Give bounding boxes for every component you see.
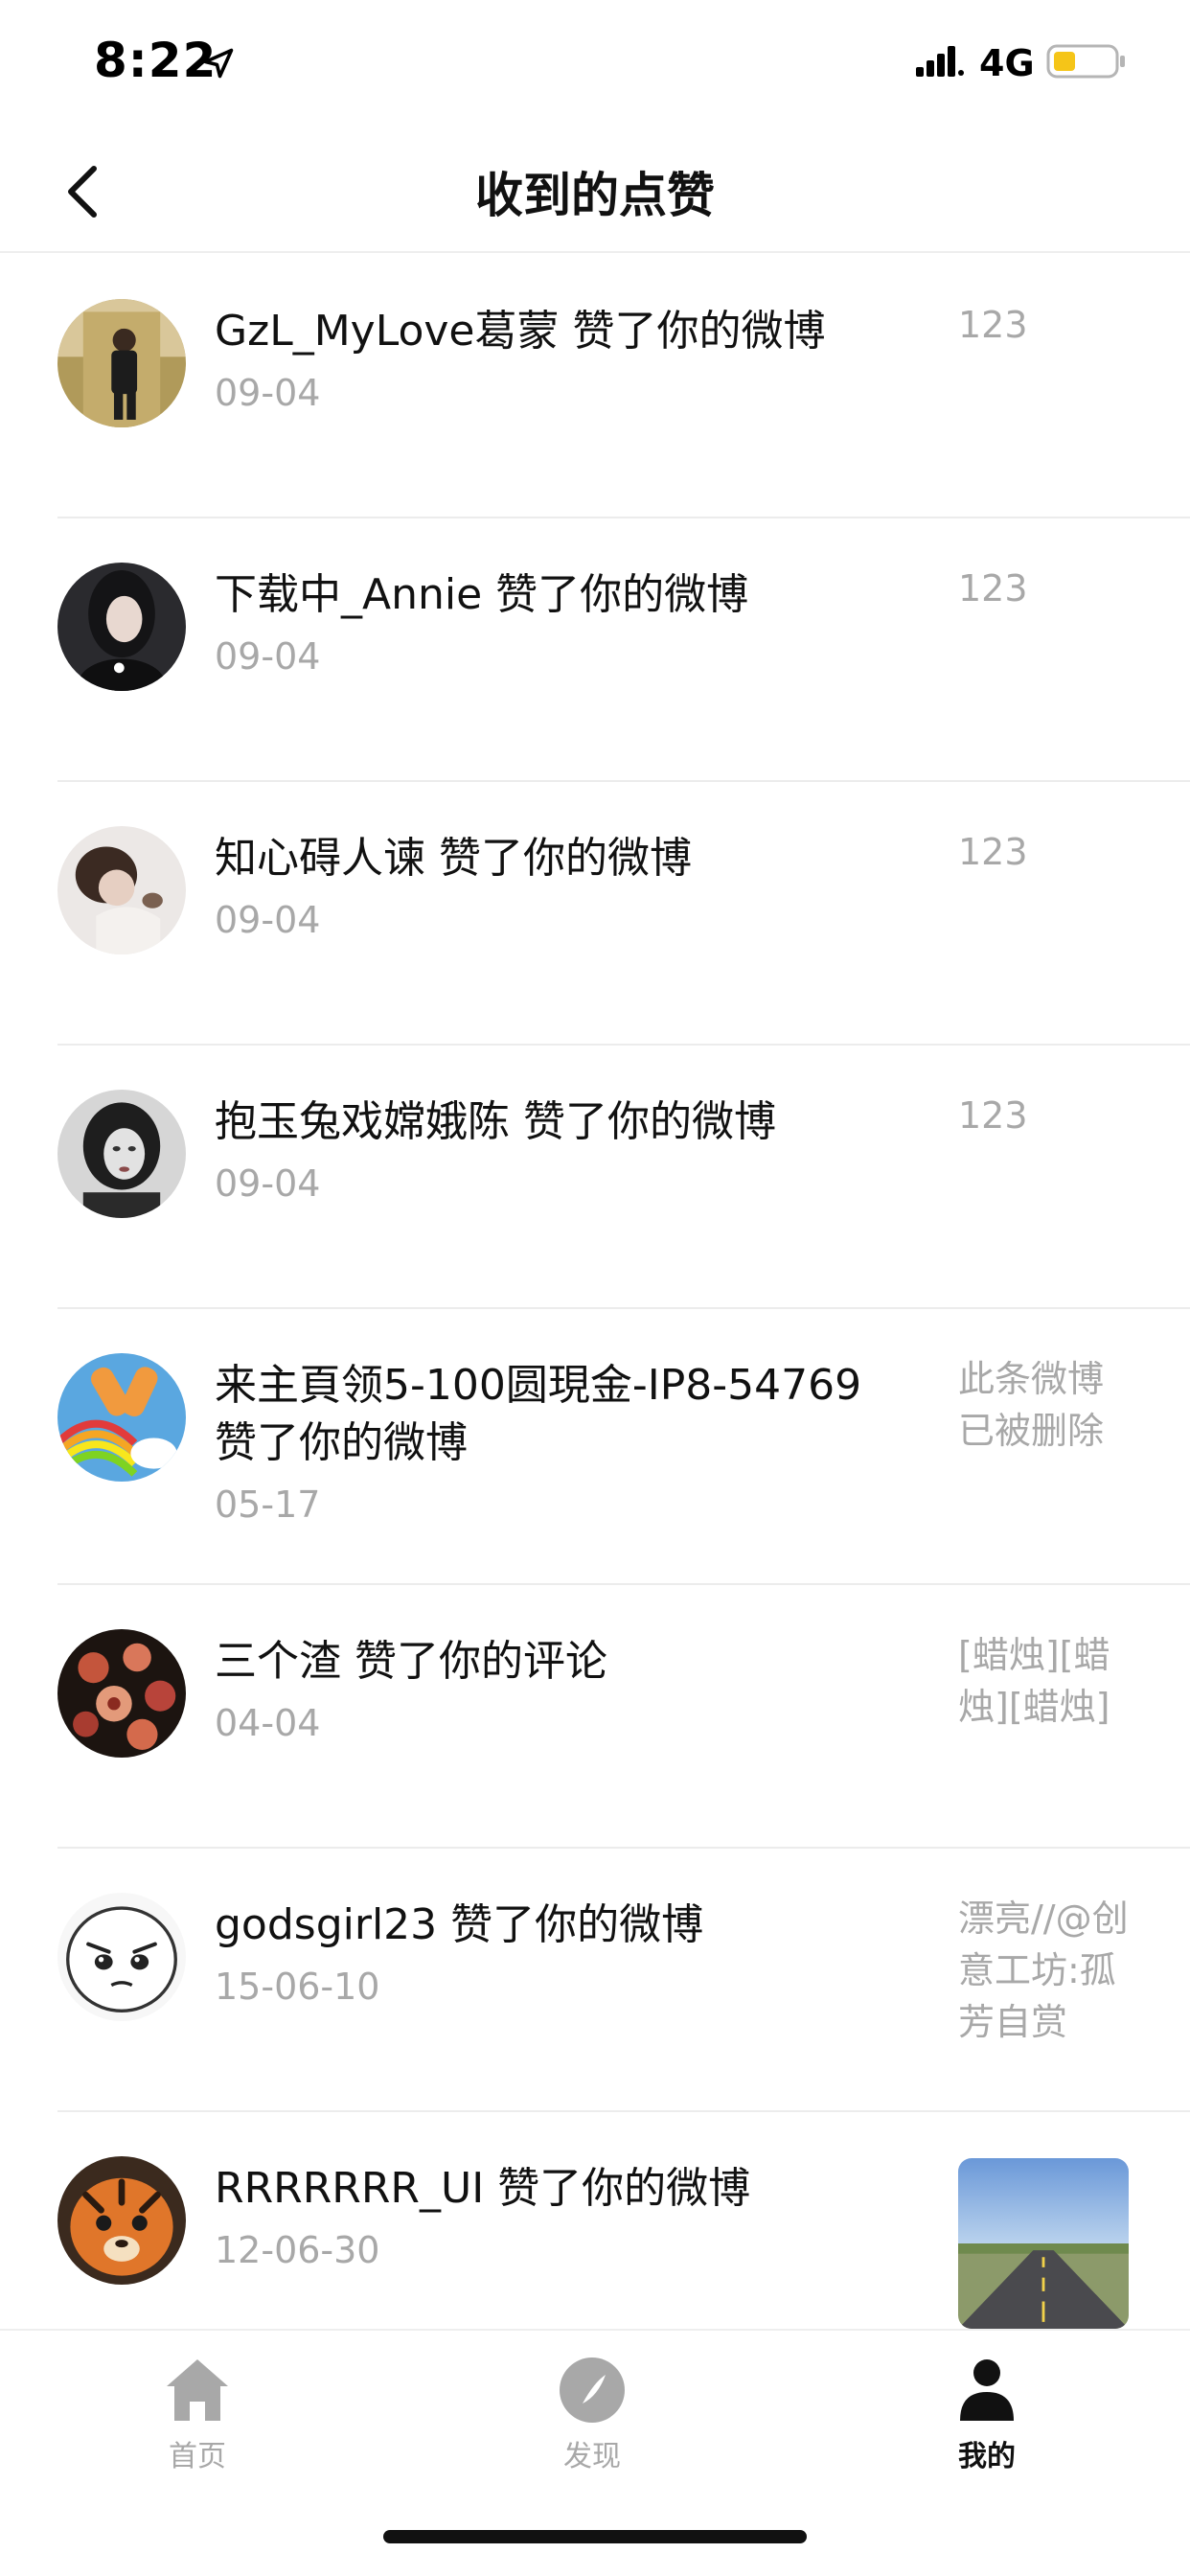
like-item[interactable]: godsgirl23 赞了你的微博 15-06-10 漂亮//@创意工坊:孤芳自… <box>0 1849 1190 2112</box>
item-headline: godsgirl23 赞了你的微博 <box>215 1897 904 1954</box>
referenced-post[interactable]: 漂亮//@创意工坊:孤芳自赏 <box>958 1893 1131 2048</box>
action-text: 赞了你的微博 <box>572 307 826 356</box>
status-bar: 8:22 4G <box>0 0 1190 126</box>
referenced-post[interactable]: 123 <box>958 299 1131 351</box>
item-date: 09-04 <box>215 1162 321 1205</box>
action-text: 赞了你的微博 <box>523 1097 776 1146</box>
user-name[interactable]: godsgirl23 <box>215 1900 437 1949</box>
like-item[interactable]: 抱玉兔戏嫦娥陈 赞了你的微博 09-04 123 <box>0 1046 1190 1309</box>
like-item[interactable]: 来主頁领5-100圆現金-IP8-54769 赞了你的微博 05-17 此条微博… <box>0 1309 1190 1585</box>
referenced-post[interactable]: 123 <box>958 1090 1131 1141</box>
tab-label: 发现 <box>563 2440 621 2473</box>
like-item[interactable]: GzL_MyLove葛蒙 赞了你的微博 09-04 123 <box>0 255 1190 518</box>
referenced-post[interactable]: 123 <box>958 563 1131 614</box>
network-label: 4G <box>979 42 1035 84</box>
item-date: 09-04 <box>215 635 321 678</box>
action-text: 赞了你的评论 <box>355 1637 607 1686</box>
item-date: 05-17 <box>215 1484 321 1526</box>
tab-label: 首页 <box>169 2440 226 2473</box>
signal-icon <box>916 46 964 77</box>
avatar[interactable] <box>57 1893 186 2021</box>
avatar[interactable] <box>57 826 186 954</box>
action-text: 赞了你的微博 <box>439 834 692 883</box>
profile-icon <box>960 2359 1014 2421</box>
item-date: 12-06-30 <box>215 2229 380 2271</box>
item-headline: 下载中_Annie 赞了你的微博 <box>215 566 904 624</box>
item-headline: 来主頁领5-100圆現金-IP8-54769 赞了你的微博 <box>215 1357 904 1472</box>
status-time: 8:22 <box>94 33 217 88</box>
tab-discover[interactable]: 发现 <box>496 2354 688 2474</box>
user-name[interactable]: 知心碍人谏 <box>215 834 425 883</box>
item-main: GzL_MyLove葛蒙 赞了你的微博 09-04 <box>215 303 904 418</box>
avatar[interactable] <box>57 2156 186 2285</box>
item-date: 15-06-10 <box>215 1966 380 2008</box>
item-main: godsgirl23 赞了你的微博 15-06-10 <box>215 1897 904 2012</box>
item-date: 09-04 <box>215 372 321 414</box>
user-name[interactable]: GzL_MyLove葛蒙 <box>215 307 559 356</box>
nav-bar: 收到的点赞 <box>0 126 1190 253</box>
referenced-post[interactable]: 此条微博已被删除 <box>958 1353 1131 1457</box>
item-main: RRRRRRR_UI 赞了你的微博 12-06-30 <box>215 2160 904 2275</box>
item-main: 三个渣 赞了你的评论 04-04 <box>215 1633 904 1748</box>
location-arrow-icon <box>203 48 234 79</box>
item-headline: GzL_MyLove葛蒙 赞了你的微博 <box>215 303 904 360</box>
item-headline: 三个渣 赞了你的评论 <box>215 1633 904 1690</box>
home-indicator[interactable] <box>383 2530 807 2543</box>
avatar[interactable] <box>57 1629 186 1758</box>
user-name[interactable]: 抱玉兔戏嫦娥陈 <box>215 1097 510 1146</box>
battery-icon <box>1046 44 1125 79</box>
item-date: 04-04 <box>215 1702 321 1744</box>
tab-label: 我的 <box>958 2440 1016 2473</box>
referenced-post-thumbnail[interactable] <box>958 2158 1129 2329</box>
like-list: GzL_MyLove葛蒙 赞了你的微博 09-04 123 下载中_Annie … <box>0 255 1190 2376</box>
avatar[interactable] <box>57 1090 186 1218</box>
tab-home[interactable]: 首页 <box>102 2354 293 2474</box>
item-headline: 抱玉兔戏嫦娥陈 赞了你的微博 <box>215 1093 904 1151</box>
compass-icon <box>560 2358 625 2423</box>
user-name[interactable]: 来主頁领5-100圆現金-IP8-54769 <box>215 1361 861 1410</box>
avatar[interactable] <box>57 563 186 691</box>
referenced-post[interactable]: 123 <box>958 826 1131 878</box>
user-name[interactable]: 三个渣 <box>215 1637 341 1686</box>
item-main: 知心碍人谏 赞了你的微博 09-04 <box>215 830 904 945</box>
action-text: 赞了你的微博 <box>497 2164 751 2213</box>
item-date: 09-04 <box>215 899 321 941</box>
referenced-comment[interactable]: [蜡烛][蜡烛][蜡烛] <box>958 1629 1131 1733</box>
avatar[interactable] <box>57 1353 186 1482</box>
action-text: 赞了你的微博 <box>450 1900 704 1949</box>
user-name[interactable]: RRRRRRR_UI <box>215 2164 484 2213</box>
like-item[interactable]: 知心碍人谏 赞了你的微博 09-04 123 <box>0 782 1190 1046</box>
action-text: 赞了你的微博 <box>495 570 749 619</box>
user-name[interactable]: 下载中_Annie <box>215 570 482 619</box>
like-item[interactable]: 三个渣 赞了你的评论 04-04 [蜡烛][蜡烛][蜡烛] <box>0 1585 1190 1849</box>
page-title: 收到的点赞 <box>475 168 715 223</box>
like-item[interactable]: 下载中_Annie 赞了你的微博 09-04 123 <box>0 518 1190 782</box>
avatar[interactable] <box>57 299 186 427</box>
item-headline: RRRRRRR_UI 赞了你的微博 <box>215 2160 904 2218</box>
home-icon <box>167 2359 228 2421</box>
tab-me[interactable]: 我的 <box>891 2354 1083 2474</box>
item-main: 抱玉兔戏嫦娥陈 赞了你的微博 09-04 <box>215 1093 904 1208</box>
action-text: 赞了你的微博 <box>215 1418 468 1467</box>
item-main: 下载中_Annie 赞了你的微博 09-04 <box>215 566 904 681</box>
item-main: 来主頁领5-100圆現金-IP8-54769 赞了你的微博 05-17 <box>215 1357 904 1530</box>
item-headline: 知心碍人谏 赞了你的微博 <box>215 830 904 887</box>
